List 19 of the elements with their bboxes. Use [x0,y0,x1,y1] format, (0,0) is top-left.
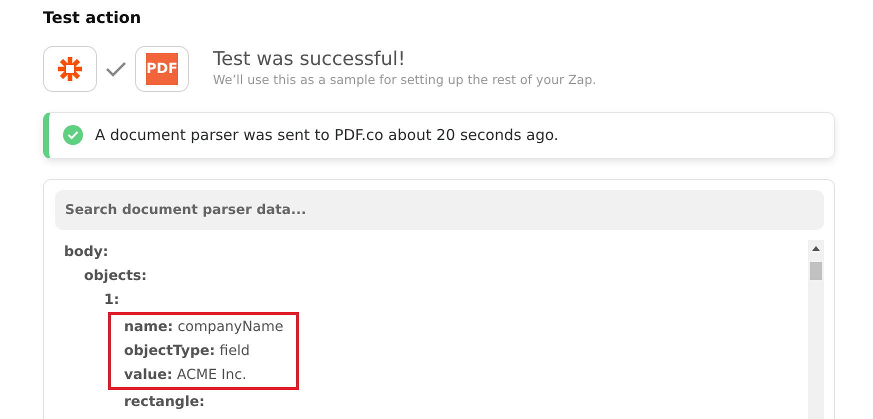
scrollbar[interactable] [808,240,824,419]
tree-row-text: body: [64,242,110,262]
app-logo-icon [43,46,97,92]
result-subtitle: We’ll use this as a sample for setting up the rest of your Zap. [213,71,596,90]
tree-row-text: objectType: field [124,342,251,360]
result-title: Test was successful! [213,48,407,72]
search-field[interactable]: Search document parser data... [55,190,824,230]
tree-row-text: objects: [83,266,148,286]
tree-row-text: name: companyName [124,318,284,336]
alert-text: A document parser was sent to PDF.co about 20 seconds ago. [95,125,559,146]
tree-row-text: value: ACME Inc. [124,366,248,384]
tree-row-text: 1: [103,290,120,310]
tree-row-text: rectangle: [123,392,206,412]
section-heading: Test action [43,7,142,29]
check-circle-icon [63,125,83,146]
check-icon [105,61,127,77]
scroll-up-icon[interactable] [812,246,820,250]
pdf-logo: PDF [146,53,178,85]
scroll-thumb[interactable] [810,262,822,280]
